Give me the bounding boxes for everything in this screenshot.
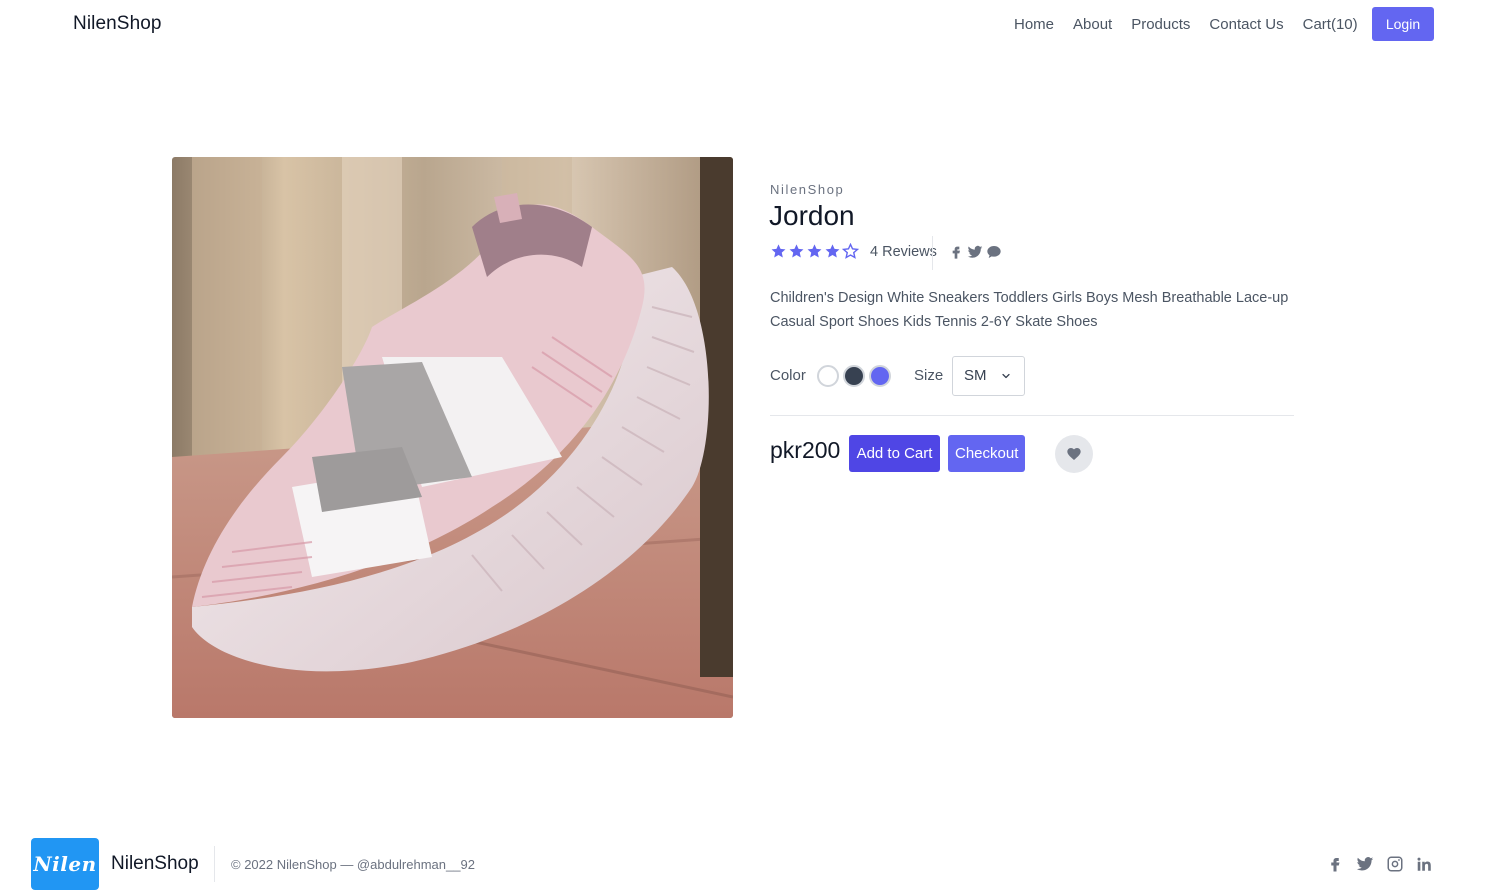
- twitter-icon[interactable]: [1356, 855, 1374, 873]
- heart-icon: [1067, 448, 1081, 460]
- instagram-icon[interactable]: [1386, 855, 1404, 873]
- nav-cart-link[interactable]: Cart(10): [1303, 16, 1358, 33]
- color-swatch-dark[interactable]: [843, 365, 865, 387]
- nav-about-link[interactable]: About: [1073, 16, 1112, 33]
- main-nav: Home About Products Contact Us Cart(10): [1014, 16, 1358, 33]
- color-swatch-white[interactable]: [817, 365, 839, 387]
- footer-logo[interactable]: Nilen: [31, 838, 99, 890]
- size-select[interactable]: SM: [952, 356, 1025, 396]
- product-description: Children's Design White Sneakers Toddler…: [770, 290, 1289, 330]
- star-filled-icon: [789, 244, 804, 258]
- shoe-photo: [172, 157, 733, 718]
- product-rating: 4 Reviews: [770, 243, 937, 260]
- size-label: Size: [914, 367, 944, 384]
- star-filled-icon: [807, 244, 822, 258]
- footer-social-links: [1326, 855, 1434, 873]
- footer-brand: NilenShop: [111, 853, 199, 874]
- add-to-cart-button[interactable]: Add to Cart: [849, 435, 940, 472]
- product-title: Jordon: [769, 200, 855, 231]
- color-swatch-indigo[interactable]: [869, 365, 891, 387]
- rating-divider: [932, 236, 933, 270]
- login-button[interactable]: Login: [1372, 7, 1434, 41]
- star-rating: [770, 243, 859, 260]
- options-divider: [770, 415, 1294, 416]
- product-brand: NilenShop: [770, 182, 845, 197]
- nav-home-link[interactable]: Home: [1014, 16, 1054, 33]
- star-filled-icon: [771, 244, 786, 258]
- star-filled-icon: [825, 244, 840, 258]
- chevron-down-icon: [1002, 373, 1010, 379]
- facebook-icon[interactable]: [948, 244, 964, 260]
- product-price: pkr200: [770, 437, 841, 463]
- brand-logo-text[interactable]: NilenShop: [73, 13, 162, 35]
- color-label: Color: [770, 367, 806, 384]
- chat-icon[interactable]: [986, 244, 1002, 260]
- wishlist-button[interactable]: [1055, 435, 1093, 473]
- nav-products-link[interactable]: Products: [1131, 16, 1190, 33]
- top-navbar: NilenShop Home About Products Contact Us…: [0, 0, 1497, 50]
- size-selected-value: SM: [964, 367, 987, 384]
- facebook-icon[interactable]: [1326, 855, 1344, 873]
- product-image: [172, 157, 733, 718]
- checkout-button[interactable]: Checkout: [948, 435, 1025, 472]
- twitter-icon[interactable]: [967, 244, 983, 260]
- linkedin-icon[interactable]: [1416, 855, 1434, 873]
- star-empty-icon: [842, 243, 859, 259]
- nav-contact-link[interactable]: Contact Us: [1209, 16, 1283, 33]
- reviews-count[interactable]: 4 Reviews: [870, 244, 937, 260]
- product-options: Color Size SM: [770, 356, 1295, 396]
- copyright-text: © 2022 NilenShop — @abdulrehman__92: [231, 857, 475, 872]
- social-share-links: [948, 244, 1002, 260]
- footer-divider: [214, 846, 215, 882]
